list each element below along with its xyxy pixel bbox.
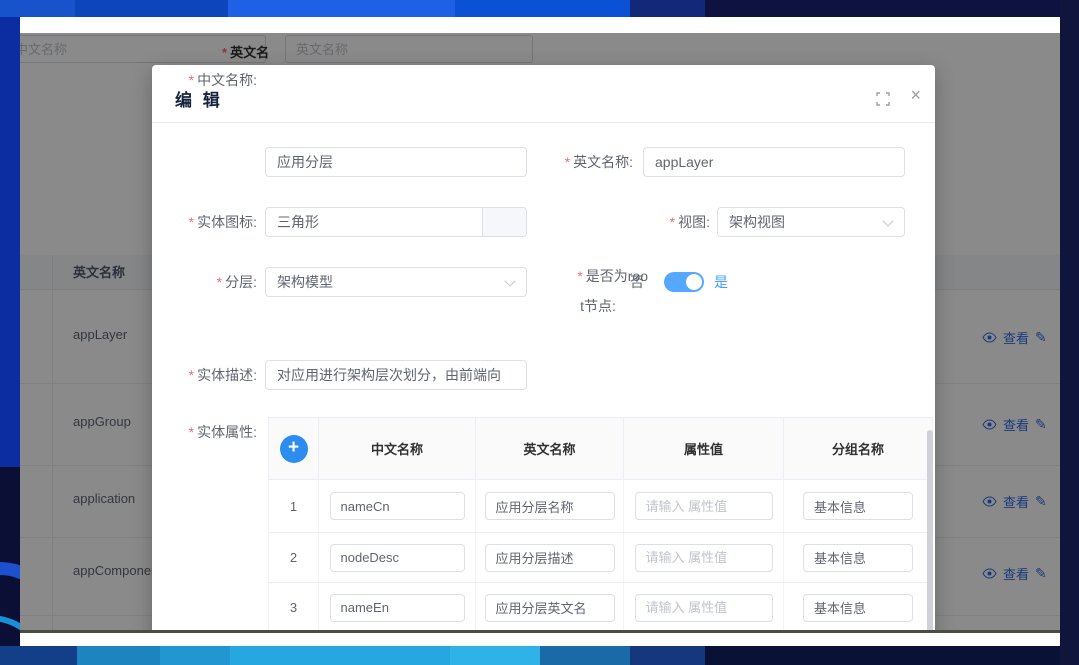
- desktop: *英文名 英文名称 appLayer appGroup application …: [0, 0, 1079, 665]
- entity-desc-input[interactable]: [265, 360, 527, 390]
- edit-dialog: 编 辑 × *中文名称: *英文名称: *实体图标: 三角形 *视图: 架构视图: [152, 65, 935, 630]
- attr-name-cn-input[interactable]: [330, 594, 465, 622]
- col-header-attr-value: 属性值: [624, 418, 784, 479]
- close-icon[interactable]: ×: [910, 85, 921, 105]
- attr-row: 2: [268, 533, 933, 583]
- attr-name-cn-input[interactable]: [330, 544, 465, 572]
- toggle-on-text: 是: [714, 267, 728, 297]
- attr-value-input[interactable]: [635, 492, 773, 520]
- name-en-input[interactable]: [643, 147, 905, 177]
- browser-window: *英文名 英文名称 appLayer appGroup application …: [20, 17, 1060, 646]
- entity-icon-input[interactable]: 三角形: [265, 207, 527, 237]
- entity-attrs-label: *实体属性:: [152, 417, 257, 447]
- icon-picker-append[interactable]: [482, 208, 526, 236]
- row-index: 3: [269, 583, 319, 630]
- page-viewport: *英文名 英文名称 appLayer appGroup application …: [20, 33, 1060, 630]
- col-header-group: 分组名称: [784, 418, 932, 479]
- col-header-name-en: 英文名称: [476, 418, 624, 479]
- viewport-bottom-edge: [20, 630, 1060, 633]
- view-label: *视图:: [598, 207, 710, 237]
- attr-row: 3: [268, 583, 933, 630]
- chevron-down-icon: [882, 215, 893, 226]
- name-cn-label: *中文名称:: [152, 65, 257, 95]
- attr-value-input[interactable]: [635, 544, 773, 572]
- attr-name-en-input[interactable]: [485, 492, 615, 520]
- entity-attrs-table: + 中文名称 英文名称 属性值 分组名称 1 2: [268, 417, 933, 630]
- attr-name-en-input[interactable]: [485, 594, 615, 622]
- add-attribute-button[interactable]: +: [280, 435, 308, 463]
- attr-group-input[interactable]: [803, 544, 913, 572]
- name-en-label: *英文名称:: [528, 147, 633, 177]
- wallpaper-left-band: [0, 17, 20, 665]
- layer-label: *分层:: [152, 267, 257, 297]
- toggle-off-text: 否: [630, 267, 644, 297]
- is-root-label-line2: t节点:: [548, 295, 648, 317]
- view-select[interactable]: 架构视图: [717, 207, 905, 237]
- toggle-knob: [686, 274, 702, 290]
- header-divider: [152, 122, 935, 123]
- is-root-toggle[interactable]: [664, 272, 704, 292]
- wallpaper-top-band: [0, 0, 1079, 17]
- col-header-name-cn: 中文名称: [319, 418, 476, 479]
- fullscreen-icon[interactable]: [876, 92, 890, 106]
- wallpaper-bottom-band: [0, 646, 1060, 665]
- row-index: 2: [269, 533, 319, 582]
- attr-group-input[interactable]: [803, 594, 913, 622]
- attr-group-input[interactable]: [803, 492, 913, 520]
- modal-scrollbar[interactable]: [927, 430, 933, 630]
- entity-desc-label: *实体描述:: [152, 360, 257, 390]
- attr-row: 1: [268, 480, 933, 533]
- chevron-down-icon: [504, 275, 515, 286]
- layer-select[interactable]: 架构模型: [265, 267, 527, 297]
- entity-icon-label: *实体图标:: [152, 207, 257, 237]
- attr-value-input[interactable]: [635, 594, 773, 622]
- name-cn-input[interactable]: [265, 147, 527, 177]
- wallpaper-right-band: [1060, 0, 1079, 665]
- attr-name-cn-input[interactable]: [330, 492, 465, 520]
- row-index: 1: [269, 480, 319, 532]
- attrs-table-header: + 中文名称 英文名称 属性值 分组名称: [268, 417, 933, 480]
- attr-name-en-input[interactable]: [485, 544, 615, 572]
